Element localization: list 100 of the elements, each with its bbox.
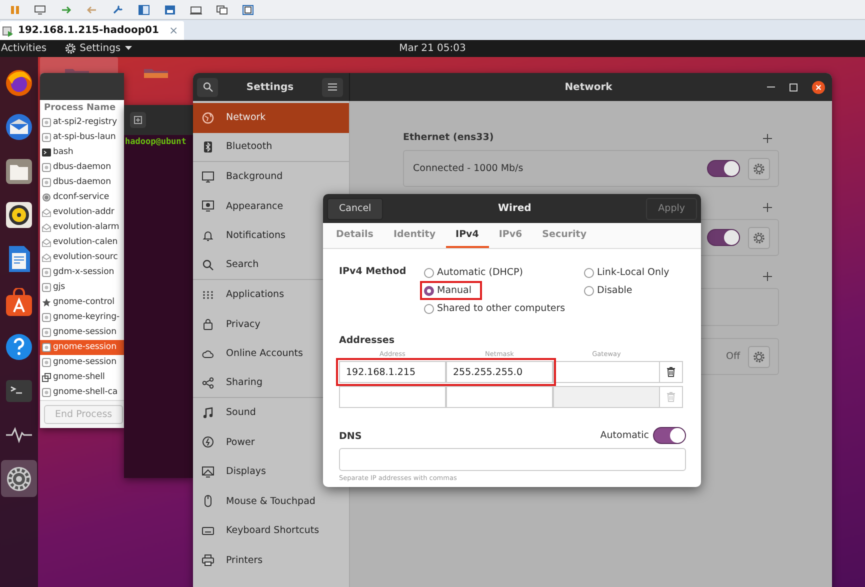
process-row[interactable]: dbus-daemon bbox=[40, 160, 124, 175]
sidebar-label: Applications bbox=[226, 289, 284, 300]
process-row[interactable]: at-spi-bus-laun bbox=[40, 130, 124, 145]
process-name: dconf-service bbox=[53, 192, 110, 202]
search-button[interactable] bbox=[197, 78, 218, 96]
pause-icon bbox=[10, 4, 20, 14]
mail-icon bbox=[4, 112, 34, 142]
shopping-bag-icon bbox=[4, 288, 34, 318]
radio-option[interactable]: Link-Local Only bbox=[582, 265, 678, 280]
process-name: gnome-shell-ca bbox=[53, 387, 118, 398]
sidebar-label: Background bbox=[226, 171, 283, 182]
delete-button[interactable] bbox=[660, 361, 683, 383]
plus-icon bbox=[763, 272, 772, 280]
folder-icon bbox=[143, 66, 169, 78]
share-icon bbox=[202, 376, 214, 389]
process-row[interactable]: dbus-daemon bbox=[40, 174, 124, 190]
settings-button[interactable] bbox=[748, 346, 770, 368]
process-row[interactable]: at-spi2-registry bbox=[40, 114, 124, 130]
cancel-button[interactable]: Cancel bbox=[327, 198, 384, 220]
windows-icon bbox=[216, 4, 228, 14]
sidebar-item[interactable]: Keyboard Shortcuts bbox=[193, 516, 349, 546]
clock[interactable]: Mar 21 05:03 bbox=[399, 43, 466, 54]
sidebar-label: Online Accounts bbox=[226, 348, 303, 360]
activities-button[interactable]: Activities bbox=[1, 43, 47, 54]
process-name: gnome-control bbox=[53, 297, 114, 308]
process-row[interactable]: evolution-alarm bbox=[40, 220, 124, 235]
connection-status: Connected - 1000 Mb/s bbox=[413, 163, 524, 174]
wrench-icon bbox=[112, 4, 124, 14]
process-name: dbus-daemon bbox=[53, 162, 111, 172]
sidebar-label: Printers bbox=[226, 554, 263, 566]
menu-button[interactable] bbox=[322, 78, 343, 96]
radio-option[interactable]: Disable bbox=[582, 283, 640, 298]
toggle-switch[interactable] bbox=[707, 229, 740, 246]
maximize-icon bbox=[789, 82, 798, 92]
address-field[interactable]: 192.168.1.215 bbox=[339, 361, 446, 383]
settings-button[interactable] bbox=[748, 158, 770, 180]
process-name: evolution-addr bbox=[53, 207, 114, 218]
window-title: Settings bbox=[246, 82, 294, 92]
process-name: evolution-sourc bbox=[53, 252, 118, 262]
cloud-icon bbox=[202, 348, 214, 360]
tab[interactable]: IPv4 bbox=[446, 223, 489, 248]
radio-option[interactable]: Automatic (DHCP) bbox=[422, 265, 531, 280]
sidebar-item[interactable]: Background bbox=[193, 162, 349, 192]
monitor-icon bbox=[202, 200, 214, 212]
trash-icon bbox=[667, 367, 675, 377]
dns-field[interactable] bbox=[339, 448, 686, 471]
sidebar-item[interactable]: Printers bbox=[193, 546, 349, 575]
radio-option[interactable]: Shared to other computers bbox=[422, 301, 574, 316]
plus-icon bbox=[763, 202, 772, 212]
fox-globe-icon bbox=[4, 68, 34, 98]
netmask-field[interactable]: 255.255.255.0 bbox=[446, 361, 553, 383]
vm-tab[interactable]: 192.168.1.215-hadoop01 × bbox=[0, 21, 184, 40]
sidebar-label: Mouse & Touchpad bbox=[226, 496, 316, 507]
toggle-switch[interactable] bbox=[653, 427, 686, 444]
process-row[interactable]: gdm-x-session bbox=[40, 264, 124, 280]
new-tab-button[interactable] bbox=[130, 112, 146, 128]
process-row[interactable]: dconf-service bbox=[40, 190, 124, 205]
monitor-icon bbox=[190, 4, 202, 14]
process-row[interactable]: gnome-session bbox=[40, 324, 124, 340]
music-note-icon bbox=[202, 406, 214, 419]
settings-icon bbox=[753, 350, 765, 362]
process-name: bash bbox=[53, 147, 74, 158]
process-row[interactable]: gjs bbox=[40, 280, 124, 295]
toggle-switch[interactable] bbox=[707, 160, 740, 177]
settings-icon bbox=[753, 232, 765, 244]
keyboard-icon bbox=[202, 524, 214, 537]
process-row[interactable]: gnome-shell bbox=[40, 370, 124, 385]
bluetooth-icon bbox=[202, 140, 214, 153]
sidebar-label: Privacy bbox=[226, 318, 260, 330]
spiral-icon bbox=[42, 192, 51, 202]
gateway-field[interactable] bbox=[553, 361, 660, 383]
sidebar-item[interactable]: Network bbox=[193, 103, 349, 132]
caret-icon bbox=[124, 46, 132, 51]
arrow-icon bbox=[60, 4, 72, 14]
process-row[interactable]: gnome-shell-ca bbox=[40, 384, 124, 400]
process-row[interactable]: gnome-session bbox=[40, 340, 124, 355]
process-row[interactable]: gnome-session bbox=[40, 354, 124, 370]
plus-icon bbox=[763, 134, 772, 142]
process-row[interactable]: evolution-sourc bbox=[40, 250, 124, 265]
process-row[interactable]: evolution-addr bbox=[40, 204, 124, 220]
radio-option[interactable]: Manual bbox=[422, 283, 480, 298]
dns-label: DNS bbox=[339, 430, 362, 442]
app-menu[interactable]: Settings bbox=[64, 43, 132, 54]
settings-icon bbox=[753, 162, 765, 174]
sidebar-item[interactable]: Mouse & Touchpad bbox=[193, 486, 349, 516]
sidebar-item[interactable]: Bluetooth bbox=[193, 132, 349, 162]
sidebar-label: Search bbox=[226, 259, 259, 270]
settings-button[interactable] bbox=[748, 226, 770, 248]
process-name: gnome-session bbox=[53, 327, 116, 338]
process-row[interactable]: gnome-keyring- bbox=[40, 310, 124, 325]
close-button[interactable]: × bbox=[168, 24, 178, 37]
star-icon bbox=[42, 298, 51, 307]
process-row[interactable]: bash bbox=[40, 144, 124, 160]
process-row[interactable]: gnome-control bbox=[40, 294, 124, 310]
gateway-field[interactable] bbox=[553, 386, 660, 408]
column-header[interactable]: Process Name bbox=[40, 100, 124, 115]
printer-icon bbox=[202, 554, 214, 566]
addresses-label: Addresses bbox=[339, 335, 396, 346]
process-name: gnome-shell bbox=[53, 372, 105, 382]
process-row[interactable]: evolution-calen bbox=[40, 234, 124, 250]
